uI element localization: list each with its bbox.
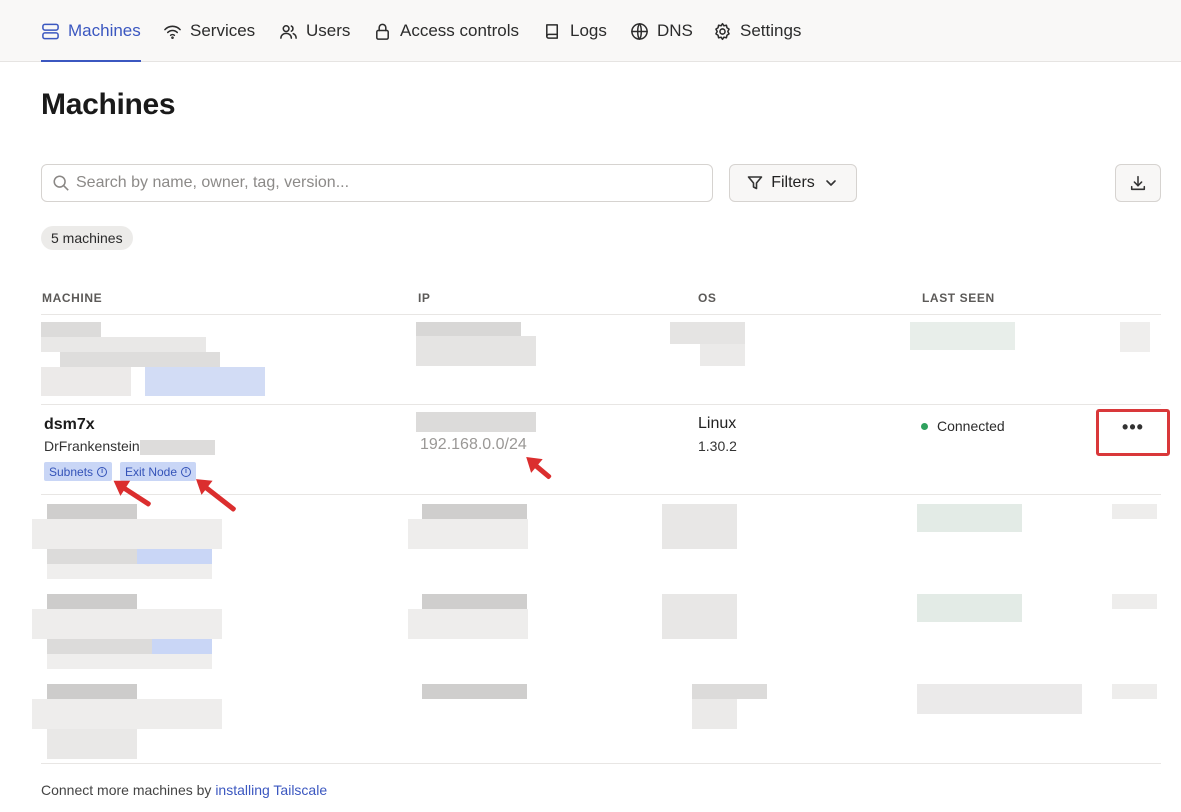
search-box[interactable] bbox=[41, 164, 713, 202]
tag-label: Subnets bbox=[49, 464, 94, 479]
nav-item-settings[interactable]: Settings bbox=[713, 0, 801, 62]
search-icon bbox=[53, 175, 69, 191]
divider bbox=[41, 494, 1161, 495]
nav-label: DNS bbox=[657, 21, 693, 40]
export-button[interactable] bbox=[1115, 164, 1161, 202]
annotation-arrow bbox=[530, 460, 552, 480]
nav-label: Access controls bbox=[400, 21, 520, 40]
subnet-route: 192.168.0.0/24 bbox=[420, 436, 527, 453]
nav-item-access-controls[interactable]: Access controls bbox=[373, 0, 519, 62]
search-input[interactable] bbox=[76, 174, 676, 192]
filters-label: Filters bbox=[771, 174, 815, 191]
info-icon: i bbox=[181, 466, 192, 477]
column-header-last-seen[interactable]: LAST SEEN bbox=[922, 291, 995, 305]
owner-text: DrFrankenstein bbox=[44, 438, 140, 454]
annotation-arrow bbox=[200, 482, 237, 513]
column-header-machine[interactable]: MACHINE bbox=[42, 291, 102, 305]
redacted-owner-suffix bbox=[139, 439, 215, 455]
nav-label: Logs bbox=[570, 21, 607, 40]
more-icon: ••• bbox=[1122, 417, 1144, 437]
download-icon bbox=[1130, 175, 1146, 191]
footer-text: Connect more machines by bbox=[41, 782, 216, 798]
chevron-down-icon bbox=[825, 180, 836, 186]
install-link[interactable]: installing Tailscale bbox=[215, 782, 327, 798]
book-icon bbox=[546, 23, 559, 39]
tag-label: Exit Node bbox=[125, 464, 178, 479]
gear-icon bbox=[715, 22, 730, 40]
tag-exit-node[interactable]: Exit Node i bbox=[120, 462, 197, 481]
divider bbox=[41, 314, 1161, 315]
users-icon bbox=[280, 24, 297, 39]
column-header-os[interactable]: OS bbox=[698, 291, 717, 305]
machine-menu-button[interactable]: ••• bbox=[1096, 409, 1170, 456]
lock-icon bbox=[376, 23, 389, 40]
nav-item-services[interactable]: Services bbox=[163, 0, 255, 62]
os-version: 1.30.2 bbox=[698, 438, 737, 454]
column-header-ip[interactable]: IP bbox=[418, 291, 431, 305]
nav-label: Machines bbox=[68, 21, 141, 40]
wifi-icon bbox=[164, 25, 181, 39]
divider bbox=[41, 404, 1161, 405]
tag-subnets[interactable]: Subnets i bbox=[44, 462, 113, 481]
nav-item-dns[interactable]: DNS bbox=[630, 0, 693, 62]
machine-owner: DrFrankenstein bbox=[44, 438, 215, 455]
nav-label: Services bbox=[190, 21, 256, 40]
status-indicator: Connected bbox=[921, 418, 1005, 434]
os-name: Linux bbox=[698, 415, 737, 432]
machine-count-badge: 5 machines bbox=[41, 226, 133, 250]
page-title: Machines bbox=[41, 88, 176, 121]
divider bbox=[41, 763, 1161, 764]
filters-button[interactable]: Filters bbox=[729, 164, 857, 202]
status-dot bbox=[921, 422, 928, 430]
nav-item-machines[interactable]: Machines bbox=[41, 0, 141, 62]
globe-icon bbox=[631, 22, 648, 40]
filter-icon bbox=[747, 176, 763, 190]
machine-name[interactable]: dsm7x bbox=[44, 416, 95, 434]
info-icon: i bbox=[97, 466, 108, 477]
nav-label: Settings bbox=[740, 21, 802, 40]
nav-label: Users bbox=[306, 21, 351, 40]
status-text: Connected bbox=[937, 418, 1005, 434]
nav-item-logs[interactable]: Logs bbox=[543, 0, 607, 62]
server-icon bbox=[42, 23, 59, 39]
top-nav: Machines Services Users Access controls … bbox=[0, 0, 1181, 62]
nav-item-users[interactable]: Users bbox=[279, 0, 350, 62]
footer-note: Connect more machines by installing Tail… bbox=[41, 782, 327, 798]
